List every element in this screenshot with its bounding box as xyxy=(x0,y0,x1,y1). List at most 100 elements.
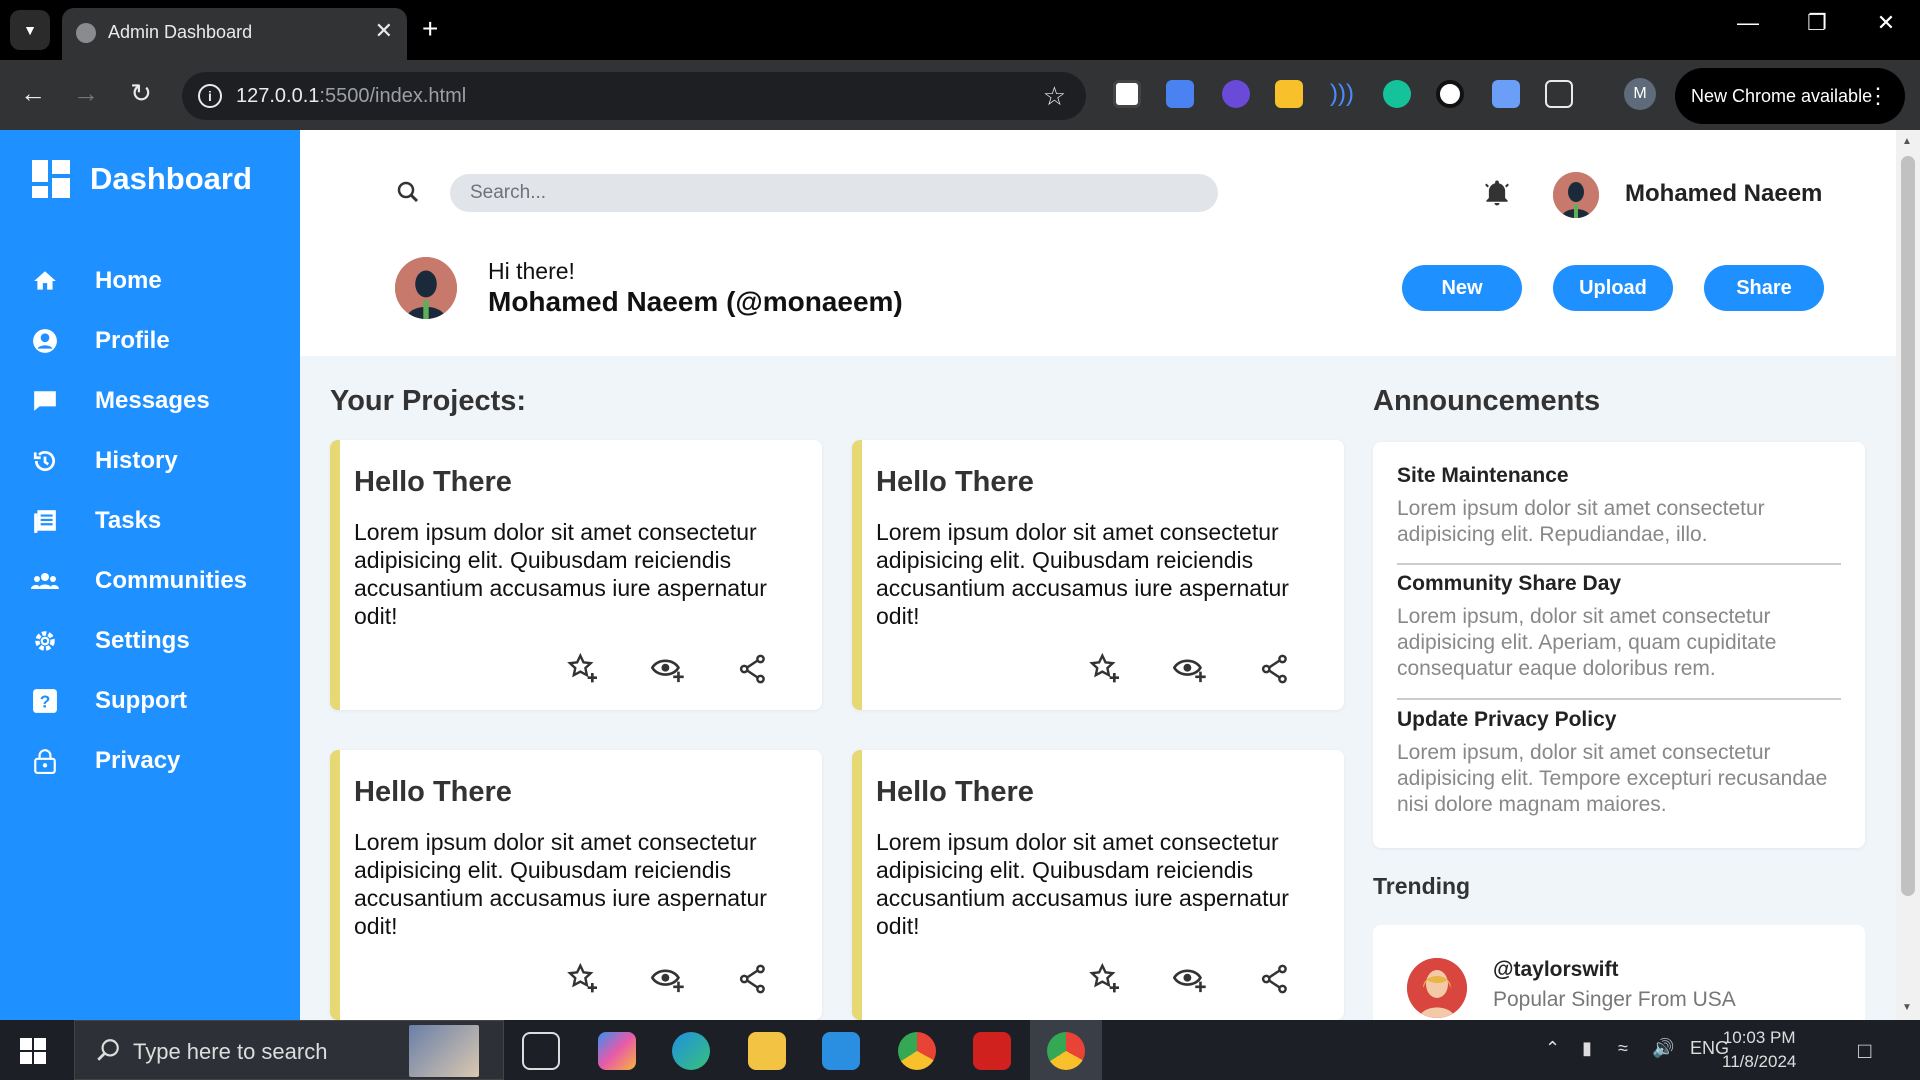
star-add-icon[interactable] xyxy=(564,960,602,998)
forward-icon[interactable]: → xyxy=(68,78,104,109)
search-icon xyxy=(95,1037,121,1068)
search-highlight-image xyxy=(409,1025,479,1077)
address-bar[interactable]: i 127.0.0.1:5500/index.html ☆ xyxy=(182,72,1086,120)
eye-add-icon[interactable] xyxy=(649,650,687,688)
file-explorer-icon[interactable] xyxy=(748,1032,786,1070)
communities-icon xyxy=(30,566,60,596)
keep-extension-icon[interactable] xyxy=(1275,80,1303,108)
reload-icon[interactable]: ↻ xyxy=(123,78,159,109)
tab-search-button[interactable]: ▼ xyxy=(10,10,50,50)
share-button[interactable]: Share xyxy=(1704,265,1824,311)
trending-avatar xyxy=(1407,958,1467,1018)
tray-chevron-icon[interactable]: ⌃ xyxy=(1545,1038,1560,1059)
taskbar-search[interactable]: Type here to search xyxy=(74,1020,504,1080)
page-scrollbar[interactable]: ▲ ▼ xyxy=(1896,130,1920,1020)
home-icon xyxy=(30,266,60,296)
sidebar-item-label: Tasks xyxy=(95,507,162,534)
greeting-text: Hi there! xyxy=(488,258,575,284)
bell-icon[interactable] xyxy=(1482,178,1512,213)
search-input[interactable] xyxy=(450,174,1218,212)
star-add-icon[interactable] xyxy=(1086,960,1124,998)
project-card-title: Hello There xyxy=(354,466,512,498)
star-add-icon[interactable] xyxy=(1086,650,1124,688)
extension-badge-icon[interactable] xyxy=(1222,80,1250,108)
chrome-icon[interactable] xyxy=(898,1032,936,1070)
share-icon[interactable] xyxy=(1256,650,1294,688)
profile-avatar[interactable]: M xyxy=(1624,78,1656,110)
project-card-text: Lorem ipsum dolor sit amet consectetur a… xyxy=(876,829,1289,939)
sidebar-item-history[interactable]: History xyxy=(30,441,178,481)
share-icon[interactable] xyxy=(734,960,772,998)
announcement-item[interactable]: Update Privacy Policy Lorem ipsum, dolor… xyxy=(1397,708,1841,818)
project-card[interactable]: Hello There Lorem ipsum dolor sit amet c… xyxy=(330,750,822,1020)
announcements-panel: Site Maintenance Lorem ipsum dolor sit a… xyxy=(1373,442,1865,848)
acrobat-icon[interactable] xyxy=(973,1032,1011,1070)
trending-card[interactable]: @taylorswift Popular Singer From USA xyxy=(1373,925,1865,1020)
sidebar-item-tasks[interactable]: Tasks xyxy=(30,501,161,541)
copilot-icon[interactable] xyxy=(598,1032,636,1070)
restore-icon[interactable]: ❐ xyxy=(1797,10,1837,36)
sidebar-item-messages[interactable]: Messages xyxy=(30,381,210,421)
task-view-icon[interactable] xyxy=(522,1032,560,1070)
minimize-icon[interactable]: — xyxy=(1728,10,1768,36)
bookmark-star-icon[interactable]: ☆ xyxy=(1043,81,1066,112)
sidebar-item-profile[interactable]: Profile xyxy=(30,321,170,361)
sidebar-item-home[interactable]: Home xyxy=(30,261,162,301)
sidebar-item-privacy[interactable]: Privacy xyxy=(30,741,180,781)
search-icon[interactable] xyxy=(396,180,420,209)
globe-icon xyxy=(76,23,96,43)
notifications-icon[interactable]: □ xyxy=(1858,1038,1871,1064)
scroll-up-icon[interactable]: ▲ xyxy=(1902,136,1912,147)
project-card[interactable]: Hello There Lorem ipsum dolor sit amet c… xyxy=(330,440,822,710)
header-username[interactable]: Mohamed Naeem xyxy=(1625,180,1822,208)
sidebar-item-settings[interactable]: Settings xyxy=(30,621,190,661)
announcement-item[interactable]: Community Share Day Lorem ipsum, dolor s… xyxy=(1397,572,1841,682)
eye-add-icon[interactable] xyxy=(649,960,687,998)
browser-tab[interactable]: Admin Dashboard ✕ xyxy=(62,8,407,60)
projects-title: Your Projects: xyxy=(330,385,527,417)
eye-add-icon[interactable] xyxy=(1171,650,1209,688)
profile-icon xyxy=(30,326,60,356)
announcement-item[interactable]: Site Maintenance Lorem ipsum dolor sit a… xyxy=(1397,464,1841,548)
project-card-title: Hello There xyxy=(354,776,512,808)
puzzle-extensions-icon[interactable] xyxy=(1545,80,1573,108)
volume-icon[interactable]: 🔊 xyxy=(1652,1038,1674,1059)
avatar[interactable] xyxy=(1553,172,1599,218)
new-tab-button[interactable]: + xyxy=(422,12,438,46)
close-window-icon[interactable]: ✕ xyxy=(1866,10,1906,36)
battery-icon[interactable]: ▮ xyxy=(1582,1038,1592,1059)
share-icon[interactable] xyxy=(734,650,772,688)
translate-extension-icon[interactable] xyxy=(1166,80,1194,108)
docs-extension-icon[interactable] xyxy=(1492,80,1520,108)
sidebar-item-support[interactable]: ? Support xyxy=(30,681,187,721)
notion-extension-icon[interactable] xyxy=(1113,80,1141,108)
audio-extension-icon[interactable]: ))) xyxy=(1330,80,1358,108)
more-menu-icon[interactable]: ⋮ xyxy=(1867,68,1889,124)
brand[interactable]: Dashboard xyxy=(32,160,252,198)
upload-button[interactable]: Upload xyxy=(1553,265,1673,311)
wifi-icon[interactable]: ≈ xyxy=(1618,1038,1628,1059)
back-icon[interactable]: ← xyxy=(15,78,51,109)
project-card[interactable]: Hello There Lorem ipsum dolor sit amet c… xyxy=(852,750,1344,1020)
edge-icon[interactable] xyxy=(672,1032,710,1070)
scroll-down-icon[interactable]: ▼ xyxy=(1902,1002,1912,1013)
page-header: Mohamed Naeem Hi there! Mohamed Naeem (@… xyxy=(300,130,1896,356)
page-viewport: Dashboard Home Profile Messages History … xyxy=(0,130,1920,1020)
project-card[interactable]: Hello There Lorem ipsum dolor sit amet c… xyxy=(852,440,1344,710)
vscode-icon[interactable] xyxy=(822,1032,860,1070)
chrome-profile-icon[interactable] xyxy=(1047,1032,1085,1070)
share-icon[interactable] xyxy=(1256,960,1294,998)
new-button[interactable]: New xyxy=(1402,265,1522,311)
windows-start-icon[interactable] xyxy=(20,1038,46,1064)
close-icon[interactable]: ✕ xyxy=(375,18,393,44)
scrollbar-thumb[interactable] xyxy=(1901,156,1915,896)
star-add-icon[interactable] xyxy=(564,650,602,688)
chrome-update-button[interactable]: New Chrome available ⋮ xyxy=(1675,68,1905,124)
clock[interactable]: 10:03 PM 11/8/2024 xyxy=(1722,1026,1796,1074)
browser-tab-bar: ▼ Admin Dashboard ✕ + — ❐ ✕ xyxy=(0,0,1920,60)
medium-extension-icon[interactable] xyxy=(1436,80,1464,108)
grammarly-extension-icon[interactable] xyxy=(1383,80,1411,108)
eye-add-icon[interactable] xyxy=(1171,960,1209,998)
site-info-icon[interactable]: i xyxy=(198,84,222,108)
sidebar-item-communities[interactable]: Communities xyxy=(30,561,247,601)
